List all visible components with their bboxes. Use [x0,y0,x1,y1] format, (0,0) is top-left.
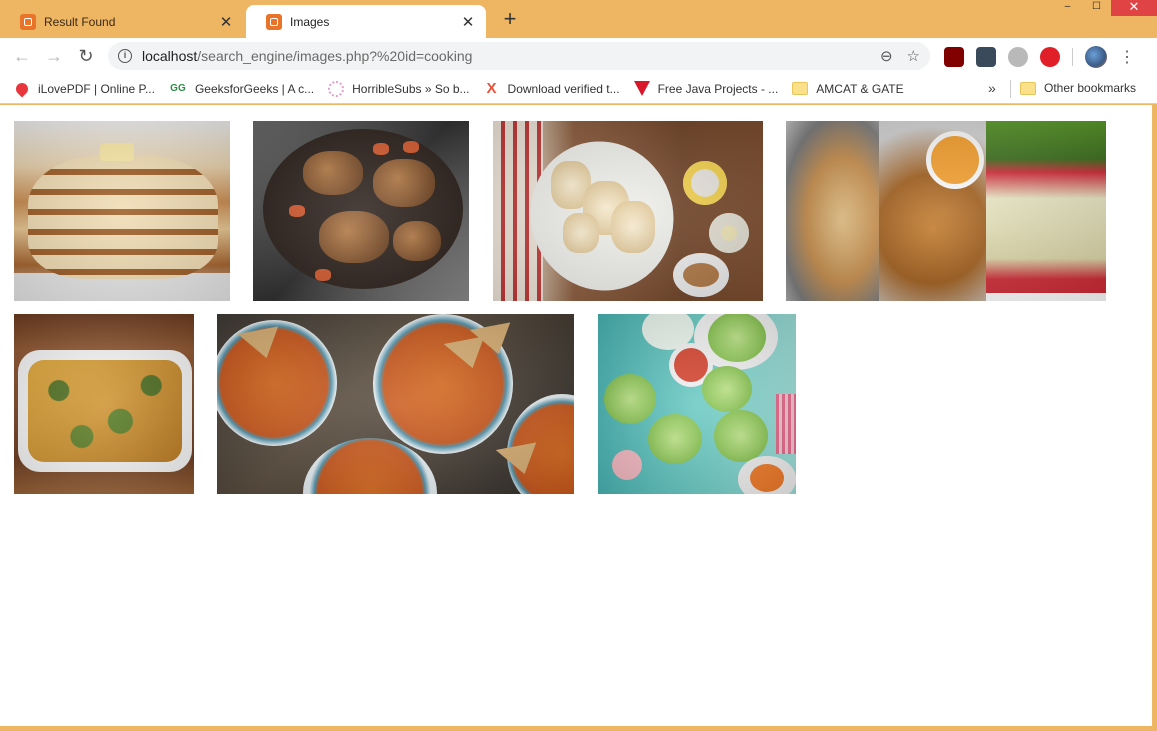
close-window-button[interactable]: ✕ [1111,0,1157,16]
info-icon[interactable]: i [118,49,132,63]
star-icon[interactable]: ☆ [907,47,920,65]
bookmarks-divider [1010,80,1011,98]
bookmark-amcat-gate[interactable]: AMCAT & GATE [792,81,904,96]
result-image-pancakes[interactable] [14,121,230,301]
xampp-favicon-icon [20,13,36,30]
result-image-roasted-cauliflower[interactable] [493,121,763,301]
maximize-button[interactable]: ☐ [1082,0,1111,16]
page-content [0,105,1152,726]
dots-extension-icon[interactable] [976,47,996,67]
tab-images[interactable]: Images ✕ [246,5,486,38]
bookmark-label: Free Java Projects - ... [657,81,779,96]
browser-toolbar: ← → ↻ i localhost/search_engine/images.p… [0,38,1157,74]
tab-result-found[interactable]: Result Found ✕ [0,5,244,38]
back-button[interactable]: ← [6,42,38,70]
gfg-icon: GG [170,82,186,94]
tab-strip: Result Found ✕ Images ✕ + – ☐ ✕ [0,0,1157,38]
new-tab-button[interactable]: + [498,8,522,32]
bookmark-ilovepdf[interactable]: iLovePDF | Online P... [13,80,155,97]
result-image-chicken-collage[interactable] [786,121,1106,301]
result-image-broccoli-casserole[interactable] [14,314,194,494]
folder-icon [1020,81,1036,95]
tab-title: Result Found [44,14,116,29]
flower-icon [328,80,345,97]
address-bar[interactable]: i localhost/search_engine/images.php?%20… [108,42,930,70]
result-image-lettuce-wraps[interactable] [598,314,796,494]
bookmark-geeksforgeeks[interactable]: GG GeeksforGeeks | A c... [169,81,314,97]
minimize-button[interactable]: – [1053,0,1082,16]
globe-extension-icon[interactable] [1008,47,1028,67]
window-border-bottom [0,726,1157,731]
xampp-favicon-icon [266,13,282,30]
folder-icon [792,82,809,95]
bookmark-label: GeeksforGeeks | A c... [194,81,315,96]
result-image-braised-chicken[interactable] [253,121,469,301]
x-icon: X [486,79,497,97]
reload-button[interactable]: ↻ [70,42,102,70]
profile-avatar[interactable] [1085,46,1107,68]
toolbar-divider [1072,48,1073,66]
bookmark-download-verified[interactable]: X Download verified t... [484,79,620,97]
bookmark-label: iLovePDF | Online P... [38,81,155,96]
url-path: /search_engine/images.php?%20id=cooking [197,48,473,64]
forward-button[interactable]: → [38,42,70,70]
bookmark-label: AMCAT & GATE [816,81,904,96]
window-controls: – ☐ ✕ [1053,0,1157,16]
bookmarks-overflow-button[interactable]: » [988,80,996,96]
bookmark-label: HorribleSubs » So b... [352,81,470,96]
url-host: localhost [142,48,198,64]
bookmark-label: Download verified t... [507,81,620,96]
result-image-pumpkin-soup[interactable] [217,314,574,494]
triangle-icon [633,81,650,96]
bookmarks-bar: iLovePDF | Online P... GG GeeksforGeeks … [0,74,1157,104]
bookmark-free-java-projects[interactable]: Free Java Projects - ... [633,81,779,96]
tab-title: Images [290,14,330,29]
ublock-extension-icon[interactable] [944,47,964,67]
opera-extension-icon[interactable] [1040,47,1060,67]
menu-dots-icon[interactable]: ⋮ [1119,47,1135,67]
heart-icon [13,80,31,97]
bookmark-horriblesubs[interactable]: HorribleSubs » So b... [328,80,470,97]
other-bookmarks-folder[interactable]: Other bookmarks [1020,81,1136,95]
zoom-icon[interactable]: ⊖ [880,47,893,65]
other-bookmarks-label: Other bookmarks [1044,81,1137,95]
window-border-right [1152,105,1157,726]
close-tab-icon[interactable]: ✕ [218,13,234,31]
close-tab-icon[interactable]: ✕ [460,13,476,31]
